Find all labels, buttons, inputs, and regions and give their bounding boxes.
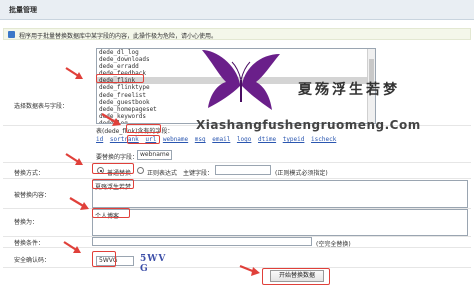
replace-label: 替换为：	[14, 219, 39, 226]
condition-input[interactable]	[92, 237, 312, 246]
annotation-box-replace	[92, 208, 130, 218]
primary-key-input[interactable]	[215, 165, 271, 175]
field-label: 要替换的字段：	[96, 154, 139, 161]
mode-label: 替换方式：	[14, 170, 45, 177]
annotation-box-captcha	[92, 251, 116, 267]
annotation-box-fields	[126, 124, 161, 133]
mode-regex-radio[interactable]	[137, 167, 144, 174]
condition-label: 替换条件：	[14, 240, 45, 247]
annotation-box-webname	[127, 135, 160, 144]
replace-textarea[interactable]: 个人博客	[92, 209, 468, 236]
tip-text: 程序用于批量替换数据库中某字段的内容，此操作极为危险，请小心使用。	[19, 33, 218, 40]
annotation-box-search	[92, 179, 134, 189]
annotation-arrow-icon	[101, 113, 121, 126]
annotation-box-mode	[92, 163, 134, 174]
captcha-label: 安全确认码：	[14, 257, 51, 264]
primary-key-label: 主键字段：	[183, 170, 214, 177]
annotation-box-table	[96, 74, 144, 83]
annotation-box-submit	[262, 268, 330, 285]
annotation-arrow-icon	[65, 67, 83, 79]
title-bar: 批量管理	[0, 0, 474, 20]
annotation-arrow-icon	[69, 197, 89, 210]
annotation-arrow-icon	[65, 153, 83, 165]
field-link[interactable]: ischeck	[311, 136, 336, 143]
logo-text: 夏殇浮生若梦	[298, 82, 400, 98]
field-link[interactable]: id	[96, 136, 103, 143]
annotation-arrow-icon	[63, 241, 81, 253]
info-icon	[8, 31, 15, 38]
mode-regex-label: 正则表达式	[147, 170, 178, 177]
tip-bar: 程序用于批量替换数据库中某字段的内容，此操作极为危险，请小心使用。	[3, 28, 471, 40]
field-input[interactable]: webname	[137, 150, 172, 160]
field-link[interactable]: typeid	[283, 136, 305, 143]
search-textarea[interactable]: 夏殇浮生若梦	[92, 180, 468, 208]
condition-note: (空完全替换)	[316, 241, 351, 248]
table-label: 选择数据表与字段：	[14, 103, 69, 110]
butterfly-logo-icon	[202, 50, 280, 110]
field-link[interactable]: email	[212, 136, 230, 143]
field-link[interactable]: logo	[237, 136, 251, 143]
annotation-arrow-icon	[239, 264, 260, 276]
field-link[interactable]: dtime	[258, 136, 276, 143]
watermark-url: Xiashangfushengruomeng.Com	[196, 118, 421, 132]
regex-note: (正则模式必须指定)	[275, 170, 328, 177]
field-link[interactable]: msg	[195, 136, 206, 143]
search-label: 被替换内容：	[14, 192, 51, 199]
page-title: 批量管理	[9, 6, 37, 14]
captcha-image[interactable]: 5WV G	[140, 254, 176, 274]
field-link-webname[interactable]: webname	[163, 136, 188, 143]
